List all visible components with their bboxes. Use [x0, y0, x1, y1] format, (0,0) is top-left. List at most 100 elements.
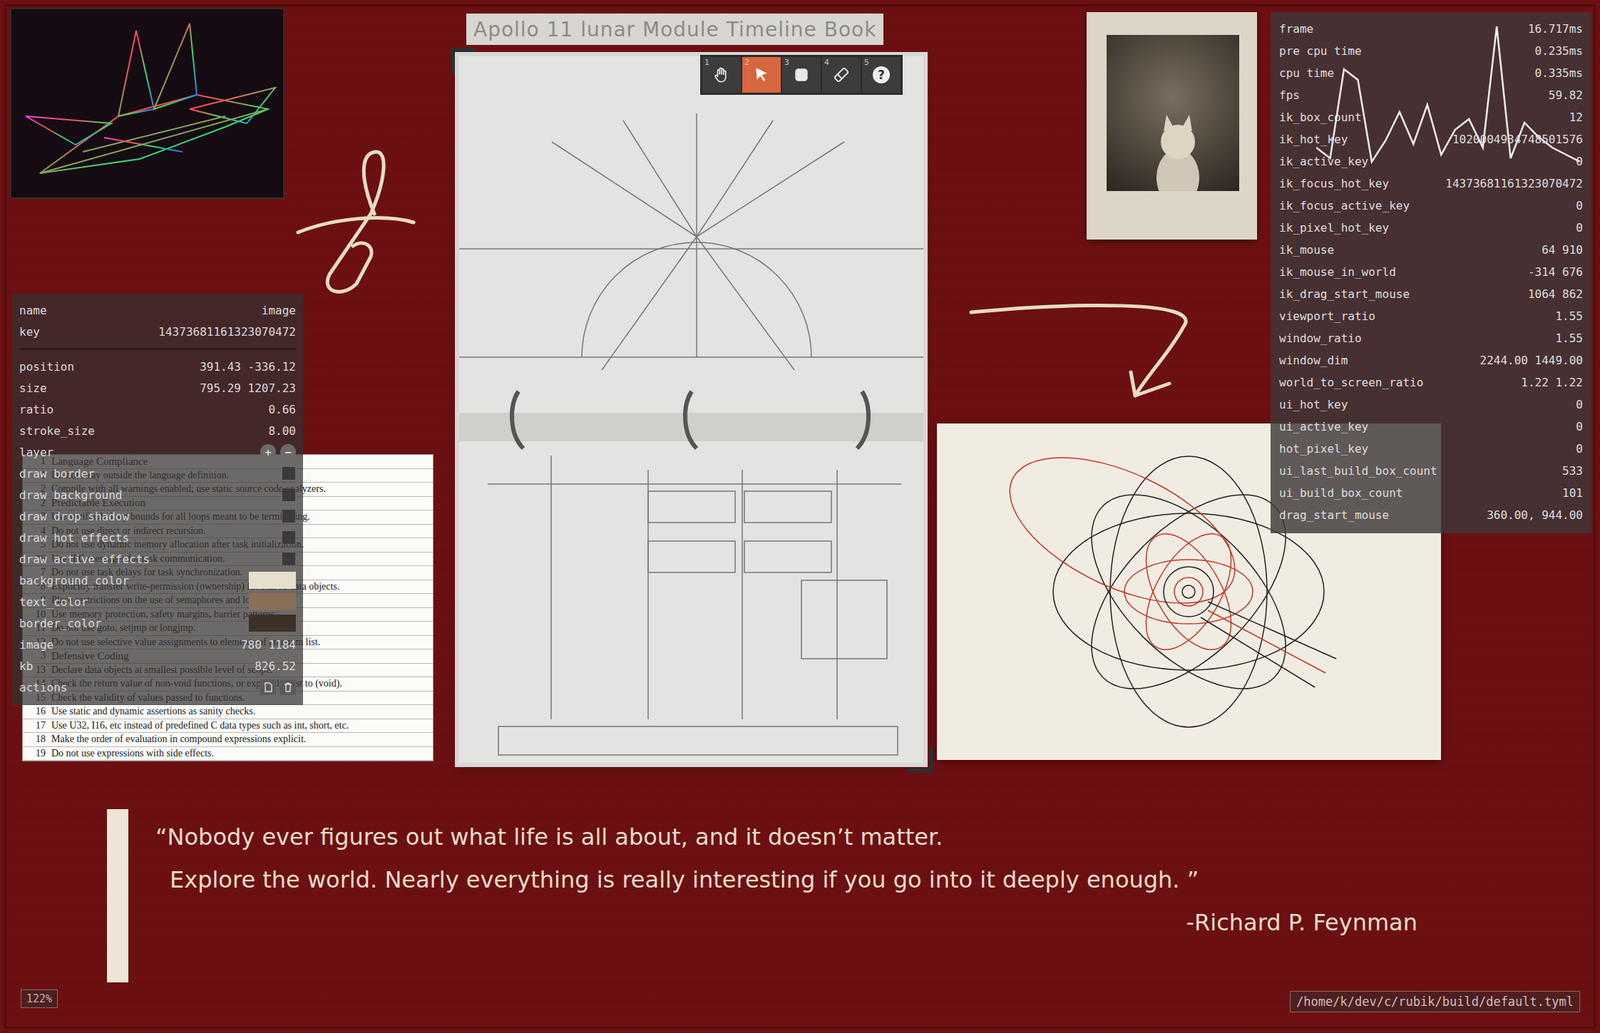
property-label: draw background	[19, 488, 123, 502]
tool-button[interactable]: 1	[702, 57, 741, 93]
property-label: layer	[19, 445, 54, 460]
quote-author: -Richard P. Feynman	[155, 909, 1439, 937]
debug-label: ik_mouse	[1279, 243, 1335, 257]
debug-row: pre cpu time 0.235ms	[1279, 39, 1583, 63]
debug-label: ik_hot_key	[1279, 132, 1348, 147]
property-row: draw border	[19, 462, 296, 485]
debug-value: 1.55	[1555, 309, 1583, 323]
debug-label: frame	[1279, 22, 1314, 36]
debug-value: 1064 862	[1527, 287, 1583, 301]
quote-text: “Nobody ever figures out what life is al…	[155, 809, 1439, 937]
selection-corner[interactable]	[450, 47, 477, 74]
property-value[interactable]: 795.29 1207.23	[199, 381, 296, 396]
property-row: kb 826.52	[19, 655, 296, 677]
file-icon	[263, 682, 274, 693]
zoom-indicator[interactable]: 122%	[20, 989, 58, 1009]
property-label: key	[19, 325, 40, 339]
property-label: size	[19, 381, 48, 396]
properties-panel: name imagekey 14373681161323070472 posit…	[12, 293, 304, 706]
debug-label: fps	[1279, 88, 1300, 102]
arrow-stroke[interactable]	[971, 305, 1186, 396]
jet-wireframe-image[interactable]	[9, 7, 285, 199]
property-value: 14373681161323070472	[158, 325, 296, 339]
rule-number: 17	[22, 720, 52, 732]
debug-value: 0	[1575, 154, 1583, 169]
checkbox[interactable]	[281, 530, 296, 545]
rules-row: 17 Use U32, I16, etc instead of predefin…	[22, 719, 433, 734]
property-label: actions	[19, 680, 68, 695]
debug-row: drag_start_mouse 360.00, 944.00	[1279, 504, 1583, 527]
frame-time-graph	[1316, 26, 1581, 191]
debug-row: ik_focus_hot_key 14373681161323070472	[1279, 172, 1583, 195]
debug-value: 101	[1562, 486, 1583, 500]
rule-number: 19	[22, 747, 52, 760]
property-row: ratio 0.66	[19, 398, 296, 420]
debug-label: window_dim	[1279, 353, 1348, 368]
save-button[interactable]	[260, 679, 276, 696]
property-label: kb	[19, 659, 33, 674]
property-row: background_color	[19, 569, 296, 592]
debug-row: ui_active_key 0	[1279, 415, 1583, 438]
tool-button[interactable]: 4	[822, 57, 861, 93]
layer-button[interactable]: +	[260, 444, 276, 460]
photo-image	[1106, 34, 1240, 192]
property-label: ratio	[19, 402, 54, 417]
debug-row: fps 59.82	[1279, 84, 1583, 107]
tool-button[interactable]: 3	[782, 57, 821, 93]
document-title-label[interactable]: Apollo 11 lunar Module Timeline Book	[466, 13, 884, 45]
rule-text: Do not use expressions with side effects…	[51, 747, 214, 760]
rule-text: Make the order of evaluation in compound…	[51, 733, 306, 746]
debug-label: ik_box_count	[1279, 110, 1362, 125]
property-label: position	[19, 360, 75, 374]
flight-plan-image[interactable]	[459, 56, 924, 763]
tool-button[interactable]: 5 ?	[862, 57, 901, 93]
checkbox[interactable]	[281, 509, 296, 524]
selection-corner[interactable]	[907, 747, 934, 773]
property-value[interactable]: 391.43 -336.12	[199, 360, 296, 374]
debug-value: 2244.00 1449.00	[1480, 353, 1584, 368]
checkbox[interactable]	[281, 487, 296, 502]
squiggle-stroke[interactable]	[298, 151, 414, 292]
debug-value: 16.717ms	[1527, 22, 1583, 36]
property-value[interactable]: 8.00	[268, 424, 296, 438]
property-label: draw border	[19, 467, 95, 481]
color-swatch[interactable]	[248, 614, 296, 632]
debug-value: 0	[1575, 419, 1583, 434]
debug-row: viewport_ratio 1.55	[1279, 305, 1583, 328]
delete-button[interactable]	[280, 679, 296, 696]
property-label: stroke_size	[19, 424, 95, 438]
debug-stats-panel: frame 16.717ms pre cpu time 0.235mscpu ti…	[1270, 12, 1592, 534]
property-value[interactable]: 780 1184	[240, 638, 296, 652]
quote-block[interactable]: “Nobody ever figures out what life is al…	[106, 809, 1439, 983]
property-row: stroke_size 8.00	[19, 419, 296, 442]
checkbox[interactable]	[281, 466, 296, 481]
color-swatch[interactable]	[248, 571, 296, 589]
debug-value: 0.335ms	[1535, 66, 1583, 80]
layer-button[interactable]: −	[280, 444, 296, 460]
quote-line: “Nobody ever figures out what life is al…	[155, 823, 1439, 851]
debug-row: world_to_screen_ratio 1.22 1.22	[1279, 371, 1583, 394]
property-row: actions	[19, 676, 296, 699]
debug-value: 1.22 1.22	[1520, 375, 1583, 390]
tool-button[interactable]: 2	[742, 57, 781, 93]
canvas[interactable]: Apollo 11 lunar Module Timeline Book 1 2…	[0, 0, 1600, 1033]
rule-text: Use U32, I16, etc instead of predefined …	[51, 720, 349, 732]
property-row: border_color	[19, 612, 296, 634]
debug-row: cpu time 0.335ms	[1279, 62, 1583, 85]
debug-label: world_to_screen_ratio	[1279, 375, 1424, 390]
debug-label: ik_focus_hot_key	[1279, 176, 1389, 191]
color-swatch[interactable]	[248, 593, 296, 611]
checkbox[interactable]	[281, 551, 296, 567]
property-value[interactable]: 0.66	[268, 402, 296, 417]
debug-label: pre cpu time	[1279, 44, 1362, 58]
toolbar: 1 2 3 4 5 ?	[700, 54, 903, 95]
dog-photo[interactable]	[1086, 12, 1258, 240]
debug-label: ui_active_key	[1279, 419, 1369, 434]
property-label: draw drop shadow	[19, 509, 130, 524]
rules-row: 18 Make the order of evaluation in compo…	[22, 732, 433, 748]
property-row: draw hot effects	[19, 526, 296, 549]
property-value[interactable]: 826.52	[254, 659, 296, 674]
rule-number: 16	[22, 705, 52, 718]
property-row: key 14373681161323070472	[19, 320, 296, 343]
debug-label: hot_pixel_key	[1279, 442, 1369, 456]
